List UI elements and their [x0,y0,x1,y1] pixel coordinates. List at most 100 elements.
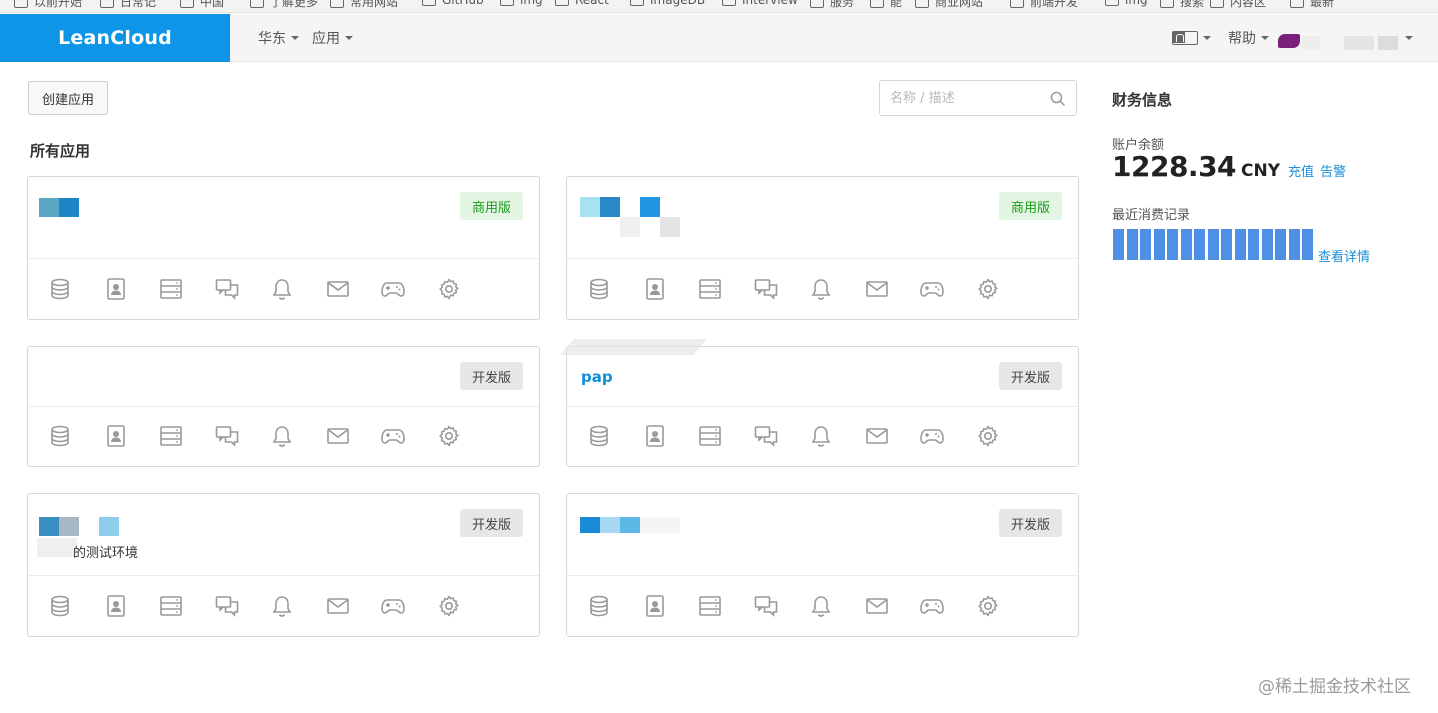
server-icon[interactable] [159,277,183,301]
search-icon[interactable] [1050,91,1066,107]
gamepad-icon[interactable] [920,277,944,301]
user-menu[interactable] [1400,14,1413,62]
mail-icon[interactable] [326,277,350,301]
chat-icon[interactable] [754,594,778,618]
bookmark-item[interactable]: 服务 [810,0,854,9]
bookmark-item[interactable]: ImageDB [630,0,705,7]
bell-icon[interactable] [270,594,294,618]
plan-badge: 开发版 [998,362,1062,390]
bookmark-item[interactable]: 日常记 [100,0,156,9]
database-icon[interactable] [587,277,611,301]
server-icon[interactable] [698,594,722,618]
chat-icon[interactable] [215,424,239,448]
gear-icon[interactable] [976,594,1000,618]
bookmark-item[interactable]: img [1105,0,1148,7]
gear-icon[interactable] [437,594,461,618]
gear-icon[interactable] [976,277,1000,301]
app-card-actions [587,576,1031,636]
spending-bar [1234,229,1246,260]
contact-card-icon[interactable] [104,277,128,301]
app-card[interactable]: 商用版 [27,176,540,320]
bookmark-item[interactable]: 最新 [1290,0,1334,9]
app-card[interactable]: 的测试环境 开发版 [27,493,540,637]
gamepad-icon[interactable] [381,594,405,618]
bookmark-item[interactable]: React [555,0,609,7]
bookmark-item[interactable]: 商业网站 [915,0,983,9]
bookmark-item[interactable]: Interview [722,0,798,7]
bell-icon[interactable] [809,277,833,301]
database-icon[interactable] [587,424,611,448]
mail-icon[interactable] [865,277,889,301]
gear-icon[interactable] [437,277,461,301]
chat-icon[interactable] [754,277,778,301]
contact-card-icon[interactable] [643,277,667,301]
bell-icon[interactable] [270,277,294,301]
create-app-button[interactable]: 创建应用 [28,81,108,115]
apps-menu[interactable]: 应用 [312,14,353,62]
gamepad-icon[interactable] [920,424,944,448]
gear-icon[interactable] [437,424,461,448]
mail-icon[interactable] [326,594,350,618]
search-input[interactable] [880,81,1050,115]
alert-link[interactable]: 告警 [1320,161,1346,180]
server-icon[interactable] [159,424,183,448]
bookmark-item[interactable]: 搜索 [1160,0,1204,9]
folder-icon [100,0,114,8]
bookmark-item[interactable]: 内容区 [1210,0,1266,9]
app-card-header: 商用版 [28,177,539,259]
mail-icon[interactable] [326,424,350,448]
bell-icon[interactable] [809,594,833,618]
bookmark-item[interactable]: 能 [870,0,902,9]
spending-bars[interactable] [1113,229,1316,260]
database-icon[interactable] [48,594,72,618]
language-menu[interactable] [1172,14,1211,62]
bookmark-item[interactable]: 中国 [180,0,224,9]
mail-icon[interactable] [865,424,889,448]
gamepad-icon[interactable] [381,424,405,448]
contact-card-icon[interactable] [643,594,667,618]
chat-icon[interactable] [215,594,239,618]
database-icon[interactable] [48,277,72,301]
contact-card-icon[interactable] [643,424,667,448]
server-icon[interactable] [698,424,722,448]
view-details-link[interactable]: 查看详情 [1318,246,1370,265]
chat-icon[interactable] [754,424,778,448]
plan-badge: 开发版 [459,362,523,390]
plan-badge: 商用版 [998,192,1062,220]
folder-icon [14,0,28,8]
bookmark-item[interactable]: GitHub [422,0,484,7]
username-blurred [1322,36,1340,50]
server-icon[interactable] [698,277,722,301]
bookmark-item[interactable]: 了解更多 [250,0,318,9]
bookmark-item[interactable]: 常用网站 [330,0,398,9]
app-logo [39,198,59,217]
folder-icon [330,0,344,8]
bookmark-item[interactable]: 以前开始 [14,0,82,9]
bookmark-item[interactable]: 前端开发 [1010,0,1079,9]
gamepad-icon[interactable] [920,594,944,618]
mail-icon[interactable] [865,594,889,618]
gamepad-icon[interactable] [381,277,405,301]
database-icon[interactable] [587,594,611,618]
bell-icon[interactable] [809,424,833,448]
app-card-actions [587,259,1031,319]
app-card[interactable]: 商用版 [566,176,1079,320]
server-icon[interactable] [159,594,183,618]
app-name-blurred [37,538,77,557]
contact-card-icon[interactable] [104,594,128,618]
region-menu[interactable]: 华东 [258,14,299,62]
avatar[interactable] [1278,34,1300,48]
contact-card-icon[interactable] [104,424,128,448]
database-icon[interactable] [48,424,72,448]
bookmark-label: 前端开发 [1030,0,1079,9]
leancloud-logo[interactable]: LeanCloud [0,14,230,62]
gear-icon[interactable] [976,424,1000,448]
bookmark-item[interactable]: img [500,0,543,7]
app-card[interactable]: 开发版 [27,346,540,467]
app-card[interactable]: 开发版 [566,493,1079,637]
app-card[interactable]: pap 开发版 [560,339,1079,467]
chat-icon[interactable] [215,277,239,301]
help-menu[interactable]: 帮助 [1228,14,1269,62]
bell-icon[interactable] [270,424,294,448]
recharge-link[interactable]: 充值 [1288,161,1314,180]
